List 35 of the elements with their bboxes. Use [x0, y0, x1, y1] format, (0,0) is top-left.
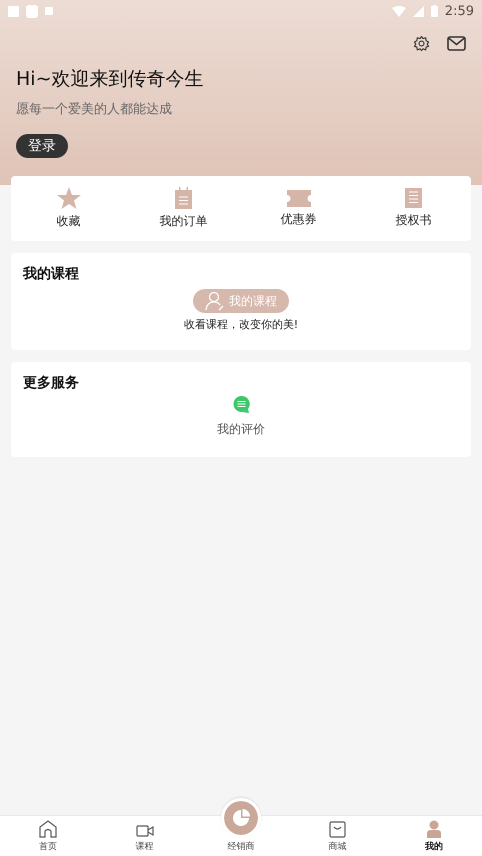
section-title: 我的课程 [23, 265, 79, 283]
tab[interactable]: 商城 [289, 816, 386, 856]
quick-action-label[interactable]: 收藏 [56, 213, 80, 230]
notepad-icon[interactable] [175, 187, 192, 209]
notification-icon [8, 6, 19, 16]
ticket-icon[interactable] [286, 190, 310, 206]
status-time: 2:59 [444, 4, 474, 18]
user-icon [205, 291, 225, 311]
mail-icon[interactable] [447, 36, 466, 50]
wifi-icon [392, 6, 406, 16]
notification-icon [45, 7, 53, 15]
person-icon [426, 820, 441, 838]
tab[interactable]: 课程 [96, 816, 193, 856]
section-title: 更多服务 [23, 374, 79, 392]
service-label[interactable]: 我的评价 [217, 421, 265, 438]
battery-icon [430, 5, 438, 17]
video-camera-icon [136, 824, 154, 838]
greeting-subtitle: 愿每一个爱美的人都能达成 [16, 101, 173, 118]
star-icon[interactable] [56, 187, 80, 209]
greeting-title: Hi~欢迎来到传奇今生 [16, 67, 204, 92]
quick-action-label[interactable]: 优惠券 [280, 210, 316, 228]
tab[interactable]: 首页 [0, 816, 96, 856]
document-icon[interactable] [405, 188, 422, 208]
home-icon [39, 820, 58, 838]
signal-icon [412, 6, 424, 16]
tab[interactable]: 经销商 [192, 798, 290, 856]
chat-icon[interactable] [232, 396, 250, 413]
shopping-bag-icon [328, 821, 346, 838]
course-caption: 收看课程，改变你的美! [184, 317, 298, 332]
settings-icon[interactable] [413, 34, 430, 52]
notification-icon [26, 4, 38, 18]
login-button[interactable]: 登录 [16, 134, 68, 158]
tab[interactable]: 我的 [386, 816, 482, 856]
quick-action-label[interactable]: 我的订单 [160, 213, 208, 230]
quick-action-label[interactable]: 授权书 [396, 212, 432, 229]
